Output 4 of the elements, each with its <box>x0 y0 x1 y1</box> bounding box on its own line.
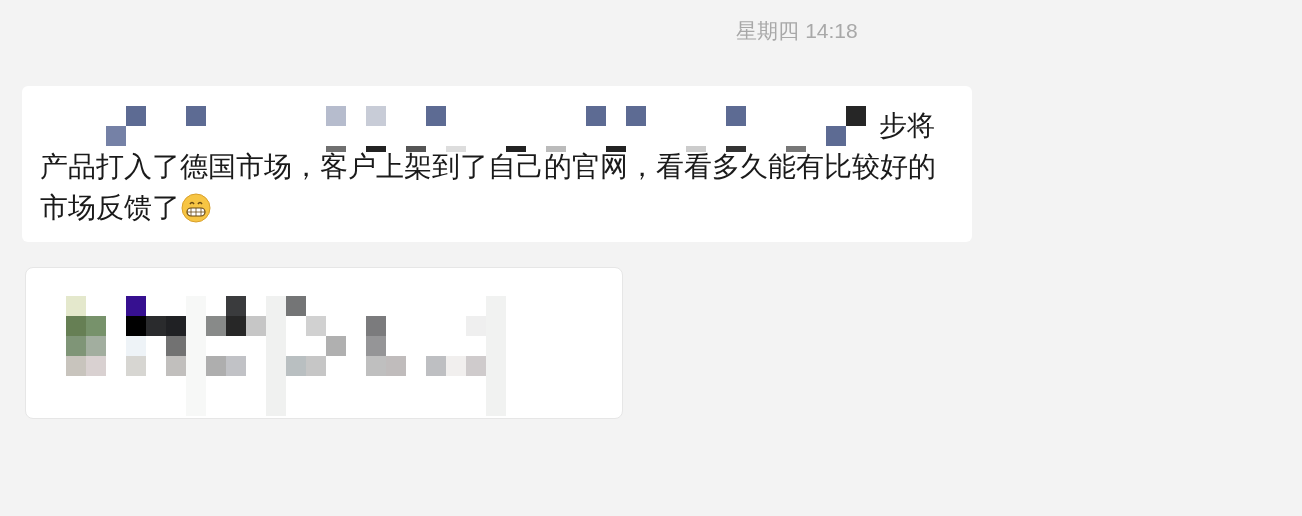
message-text: 市场反馈了 <box>40 191 180 225</box>
timestamp: 星期四 14:18 <box>736 18 858 45</box>
message-text: 产品打入了德国市场，客户上架到了自己的官网，看看多久能有比较好的 <box>40 150 936 184</box>
message-text: 步将 <box>879 109 935 143</box>
